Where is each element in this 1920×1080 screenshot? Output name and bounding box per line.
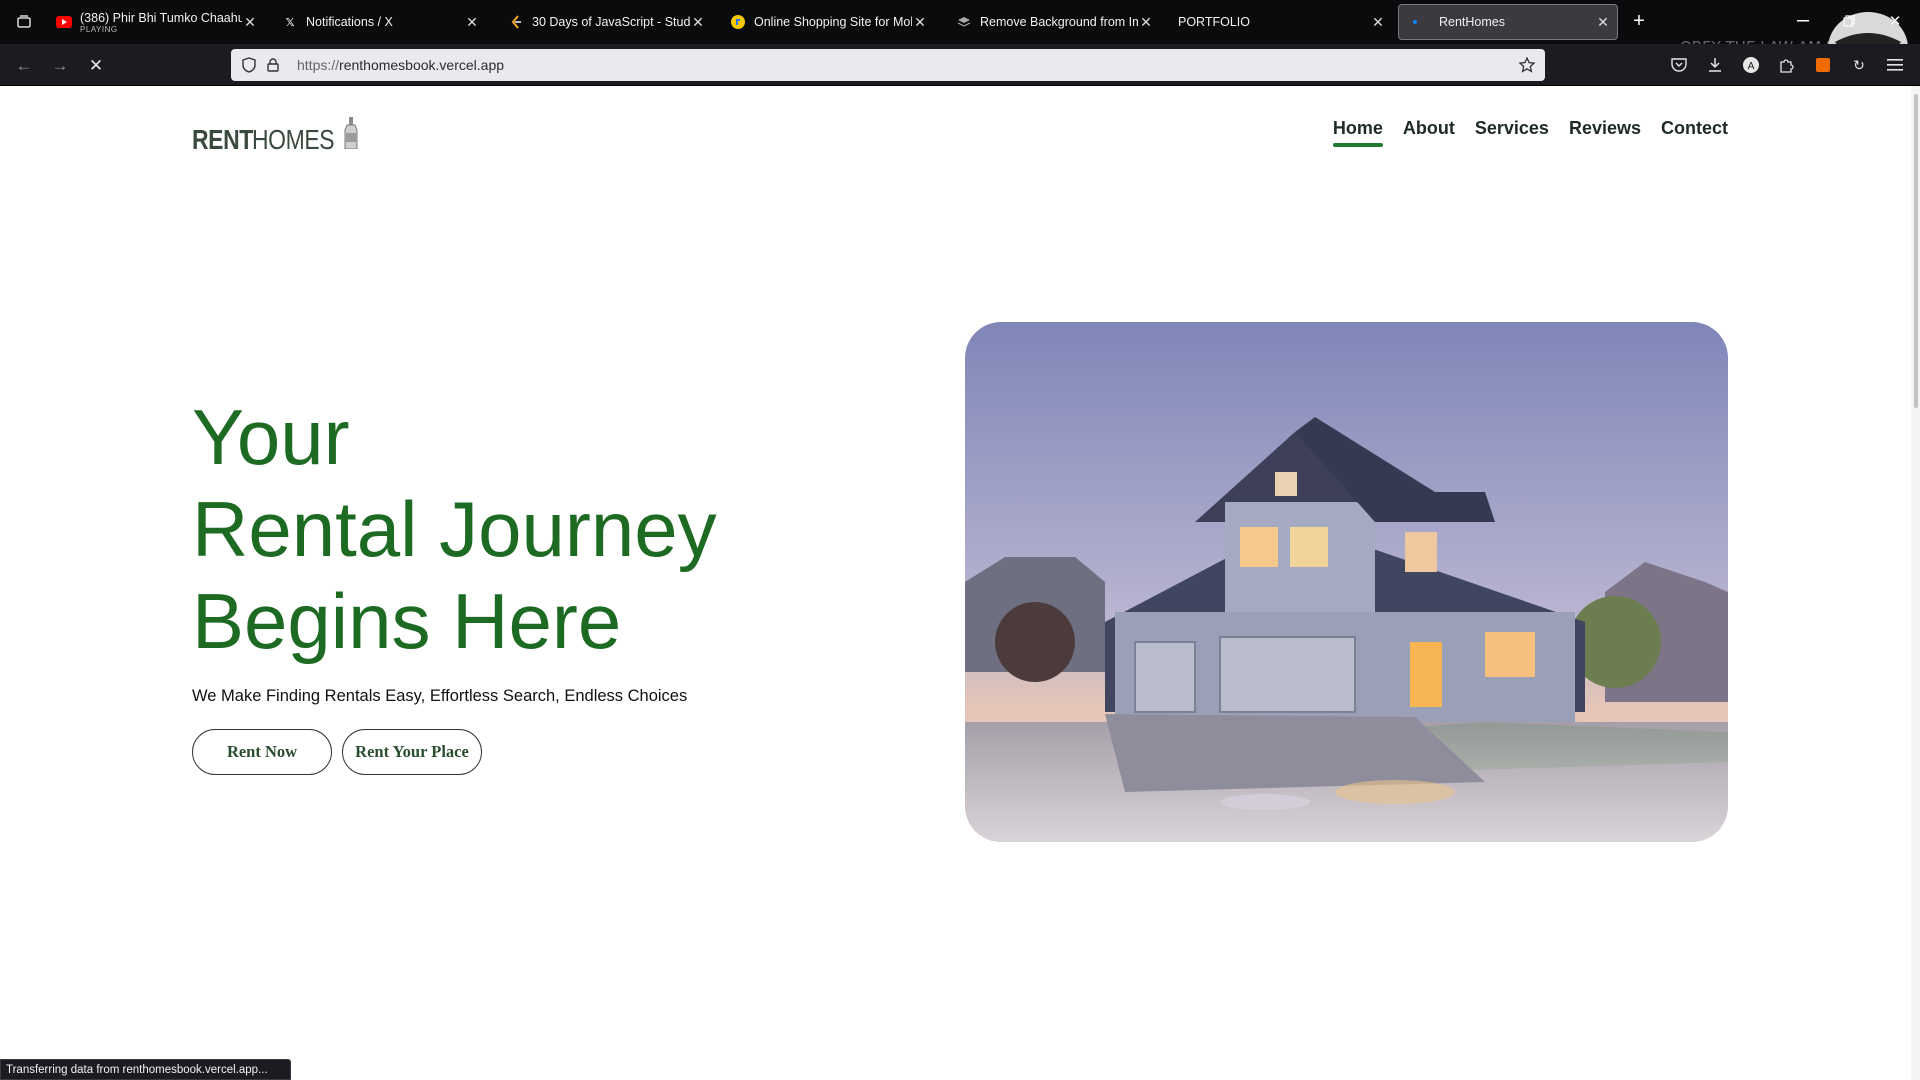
tab-leetcode[interactable]: 30 Days of JavaScript - Study Pl ✕	[500, 4, 712, 40]
bookmark-star-icon[interactable]	[1517, 55, 1537, 75]
close-tab-icon[interactable]: ✕	[1138, 14, 1154, 30]
lock-icon[interactable]	[263, 55, 283, 75]
close-tab-icon[interactable]: ✕	[912, 14, 928, 30]
tab-title: PORTFOLIO	[1178, 15, 1251, 29]
close-window-icon[interactable]: ✕	[1882, 8, 1908, 34]
web-page: RENT HOMES Home About Services Reviews C…	[0, 86, 1920, 1080]
tab-list-icon	[16, 14, 32, 30]
sync-icon[interactable]: ↻	[1848, 54, 1870, 76]
downloads-icon[interactable]	[1704, 54, 1726, 76]
hero-heading-line: Rental Journey	[192, 485, 717, 573]
tab-renthomes[interactable]: RentHomes ✕	[1398, 4, 1618, 40]
tab-title: Notifications / X	[306, 15, 393, 29]
tracking-protection-shield-icon[interactable]	[239, 55, 259, 75]
nav-contact[interactable]: Contect	[1661, 118, 1728, 145]
tab-flipkart[interactable]: Online Shopping Site for Mobil ✕	[722, 4, 934, 40]
tab-title: Online Shopping Site for Mobil	[754, 15, 912, 29]
hero-heading-line: Your	[192, 393, 350, 481]
status-text: Transferring data from renthomesbook.ver…	[6, 1063, 268, 1076]
forward-arrow-icon[interactable]: →	[48, 54, 72, 78]
stop-loading-icon[interactable]: ✕	[84, 54, 108, 78]
tab-title: RentHomes	[1439, 15, 1505, 29]
url-host: renthomesbook.vercel.app	[339, 57, 505, 73]
tab-title: (386) Phir Bhi Tumko Chaahun	[80, 10, 242, 25]
back-arrow-icon[interactable]: ←	[12, 54, 36, 78]
hero-heading-line: Begins Here	[192, 577, 622, 665]
extensions-puzzle-icon[interactable]	[1776, 54, 1798, 76]
nav-services[interactable]: Services	[1475, 118, 1549, 145]
restore-icon[interactable]	[1836, 8, 1862, 34]
new-tab-icon[interactable]: +	[1626, 8, 1652, 34]
close-tab-icon[interactable]: ✕	[1370, 14, 1386, 30]
svg-text:A: A	[1748, 61, 1755, 72]
youtube-icon	[56, 14, 72, 30]
hero-heading: Your Rental Journey Begins Here	[192, 391, 717, 667]
nav-home[interactable]: Home	[1332, 118, 1383, 147]
tab-playing-label: PLAYING	[80, 24, 118, 34]
scrollbar-thumb[interactable]	[1914, 94, 1918, 408]
tab-title: Remove Background from Imag	[980, 15, 1138, 29]
address-bar[interactable]: https://renthomesbook.vercel.app	[231, 49, 1545, 81]
loading-dot-icon	[1407, 14, 1423, 30]
tab-remove-bg[interactable]: Remove Background from Imag ✕	[948, 4, 1160, 40]
layers-icon	[956, 14, 972, 30]
main-nav: Home About Services Reviews Contect	[1332, 118, 1728, 147]
status-bar: Transferring data from renthomesbook.ver…	[0, 1059, 291, 1080]
tab-bar: (386) Phir Bhi Tumko Chaahun PLAYING ✕ 𝕏…	[0, 0, 1920, 86]
rent-now-button[interactable]: Rent Now	[192, 729, 332, 775]
logo-text-homes: HOMES	[252, 124, 335, 155]
site-logo[interactable]: RENT HOMES	[192, 116, 358, 156]
tab-title: 30 Days of JavaScript - Study Pl	[532, 15, 690, 29]
pocket-icon[interactable]	[1668, 54, 1690, 76]
tab-list-button[interactable]	[8, 4, 46, 40]
page-scrollbar[interactable]	[1911, 86, 1920, 1080]
nav-reviews[interactable]: Reviews	[1569, 118, 1641, 145]
logo-text-rent: RENT	[192, 124, 253, 155]
close-tab-icon[interactable]: ✕	[464, 14, 480, 30]
hero-subtitle: We Make Finding Rentals Easy, Effortless…	[192, 687, 688, 705]
extension-icon[interactable]	[1812, 54, 1834, 76]
account-avatar-icon[interactable]: A	[1740, 54, 1762, 76]
hero-house-image	[965, 322, 1728, 842]
close-tab-icon[interactable]: ✕	[1595, 14, 1611, 30]
x-logo-icon: 𝕏	[285, 16, 295, 29]
rent-your-place-button[interactable]: Rent Your Place	[342, 729, 482, 775]
logo-bottle-icon	[344, 117, 358, 154]
tab-x[interactable]: 𝕏 Notifications / X ✕	[274, 4, 486, 40]
leetcode-icon	[508, 14, 524, 30]
hamburger-menu-icon[interactable]	[1884, 54, 1906, 76]
tab-youtube[interactable]: (386) Phir Bhi Tumko Chaahun PLAYING ✕	[48, 4, 264, 40]
url-text[interactable]: https://renthomesbook.vercel.app	[297, 57, 504, 73]
nav-about[interactable]: About	[1403, 118, 1455, 145]
close-tab-icon[interactable]: ✕	[242, 14, 258, 30]
flipkart-icon	[730, 14, 746, 30]
tab-portfolio[interactable]: PORTFOLIO ✕	[1170, 4, 1392, 40]
url-protocol: https://	[297, 57, 340, 73]
close-tab-icon[interactable]: ✕	[690, 14, 706, 30]
minimize-icon[interactable]	[1790, 8, 1816, 34]
